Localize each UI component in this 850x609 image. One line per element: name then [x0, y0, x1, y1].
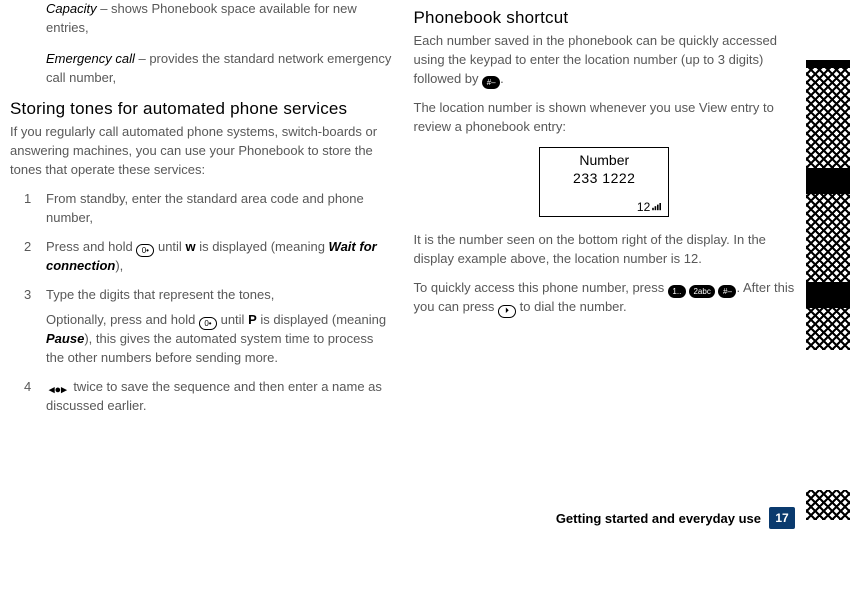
two-key-icon: 2abc [689, 285, 714, 298]
display-number: 233 1222 [546, 170, 662, 186]
display-title: Number [546, 152, 662, 168]
left-column: Capacity – shows Phonebook space availab… [10, 0, 392, 426]
step-1: 1 From standby, enter the standard area … [24, 190, 392, 228]
text-fragment: ), this gives the automated system time … [46, 331, 373, 365]
w-glyph-icon: w [185, 239, 195, 254]
zero-key-icon: 0• [199, 317, 217, 330]
zero-key-icon: 0• [136, 244, 154, 257]
phone-display-example: Number 233 1222 12 [539, 147, 669, 217]
step-3-optional: Optionally, press and hold 0• until P is… [46, 311, 392, 368]
heading-phonebook-shortcut: Phonebook shortcut [414, 8, 796, 28]
text-fragment: To quickly access this phone number, pre… [414, 280, 668, 295]
right-column: Phonebook shortcut Each number saved in … [414, 0, 796, 426]
thumb-index-strip [806, 60, 850, 350]
shortcut-paragraph-2: The location number is shown whenever yo… [414, 99, 796, 137]
call-key-icon: ⏵ [498, 305, 516, 318]
step-body: From standby, enter the standard area co… [46, 190, 392, 228]
signal-icon [652, 203, 662, 211]
step-body: Press and hold 0• until w is displayed (… [46, 238, 392, 276]
text-fragment: twice to save the sequence and then ente… [46, 379, 382, 413]
step-2: 2 Press and hold 0• until w is displayed… [24, 238, 392, 276]
step-4: 4 ◂●▸ twice to save the sequence and the… [24, 378, 392, 416]
thumb-index-strip-lower [806, 490, 850, 520]
shortcut-paragraph-3: It is the number seen on the bottom righ… [414, 231, 796, 269]
step-number: 1 [24, 190, 36, 228]
step-body: ◂●▸ twice to save the sequence and then … [46, 378, 392, 416]
manual-page: Capacity – shows Phonebook space availab… [0, 0, 850, 609]
definition-term: Capacity [46, 1, 97, 16]
intro-paragraph: If you regularly call automated phone sy… [10, 123, 392, 180]
shortcut-paragraph-1: Each number saved in the phonebook can b… [414, 32, 796, 89]
hash-key-icon: #– [482, 76, 500, 89]
pause-label: Pause [46, 331, 84, 346]
text-fragment: until [221, 312, 248, 327]
definition-capacity: Capacity – shows Phonebook space availab… [46, 0, 392, 38]
definition-term: Emergency call [46, 51, 135, 66]
page-footer: Getting started and everyday use 17 [0, 507, 795, 529]
steps-list: 1 From standby, enter the standard area … [24, 190, 392, 416]
text-fragment: Press and hold [46, 239, 136, 254]
section-title: Getting started and everyday use [556, 511, 761, 526]
display-location-number: 12 [637, 200, 650, 214]
page-number-badge: 17 [769, 507, 795, 529]
step-body: Type the digits that represent the tones… [46, 286, 392, 368]
text-fragment: Each number saved in the phonebook can b… [414, 33, 778, 86]
text-fragment: is displayed (meaning [260, 312, 386, 327]
one-key-icon: 1.. [668, 285, 686, 298]
heading-storing-tones: Storing tones for automated phone servic… [10, 99, 392, 119]
text-fragment: Type the digits that represent the tones… [46, 287, 274, 302]
step-number: 3 [24, 286, 36, 368]
definition-emergency-call: Emergency call – provides the standard n… [46, 50, 392, 88]
text-fragment: Optionally, press and hold [46, 312, 199, 327]
text-fragment: ), [115, 258, 123, 273]
text-fragment: . [500, 71, 504, 86]
text-fragment: to dial the number. [520, 299, 627, 314]
display-location-row: 12 [546, 200, 662, 214]
step-number: 2 [24, 238, 36, 276]
text-fragment: is displayed (meaning [199, 239, 328, 254]
hash-key-icon: #– [718, 285, 736, 298]
nav-diamond-icon: ◂●▸ [46, 384, 70, 397]
shortcut-paragraph-4: To quickly access this phone number, pre… [414, 279, 796, 318]
p-glyph-icon: P [248, 312, 257, 327]
step-number: 4 [24, 378, 36, 416]
step-3: 3 Type the digits that represent the ton… [24, 286, 392, 368]
two-column-layout: Capacity – shows Phonebook space availab… [10, 0, 795, 426]
text-fragment: until [158, 239, 185, 254]
